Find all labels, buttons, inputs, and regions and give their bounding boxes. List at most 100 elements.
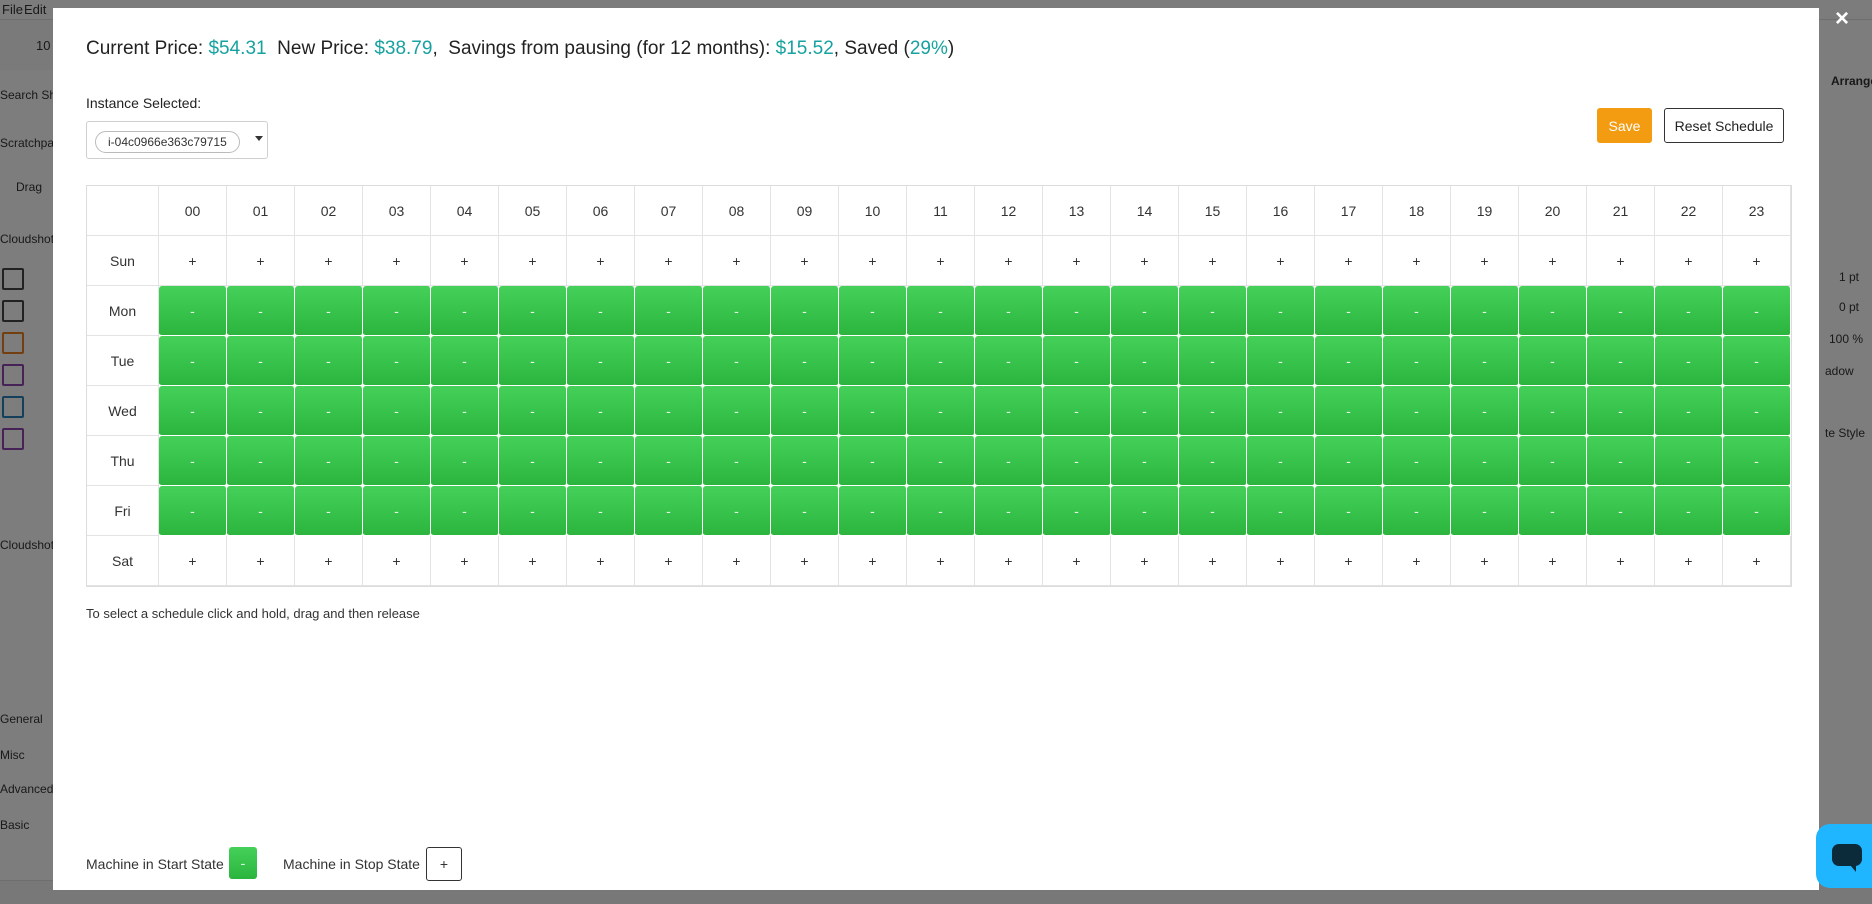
schedule-cell-stop[interactable]: + [227, 536, 295, 586]
chevron-down-icon[interactable] [255, 136, 263, 141]
schedule-cell-start[interactable]: - [1043, 486, 1111, 536]
schedule-cell-start[interactable]: - [771, 286, 839, 336]
schedule-cell-start[interactable]: - [1111, 486, 1179, 536]
day-label[interactable]: Thu [87, 436, 159, 486]
schedule-cell-stop[interactable]: + [1247, 236, 1315, 286]
schedule-cell-start[interactable]: - [1247, 436, 1315, 486]
schedule-cell-stop[interactable]: + [1315, 536, 1383, 586]
schedule-cell-start[interactable]: - [295, 286, 363, 336]
schedule-cell-stop[interactable]: + [431, 236, 499, 286]
schedule-cell-start[interactable]: - [227, 386, 295, 436]
hour-header[interactable]: 20 [1519, 186, 1587, 236]
hour-header[interactable]: 12 [975, 186, 1043, 236]
schedule-cell-start[interactable]: - [431, 486, 499, 536]
schedule-cell-start[interactable]: - [1655, 486, 1723, 536]
schedule-cell-start[interactable]: - [1315, 386, 1383, 436]
day-label[interactable]: Tue [87, 336, 159, 386]
schedule-cell-stop[interactable]: + [1179, 236, 1247, 286]
schedule-cell-start[interactable]: - [839, 336, 907, 386]
schedule-cell-start[interactable]: - [1519, 436, 1587, 486]
schedule-cell-stop[interactable]: + [1383, 536, 1451, 586]
day-label[interactable]: Mon [87, 286, 159, 336]
schedule-cell-start[interactable]: - [635, 286, 703, 336]
schedule-cell-start[interactable]: - [771, 386, 839, 436]
schedule-cell-stop[interactable]: + [1451, 236, 1519, 286]
schedule-cell-start[interactable]: - [1111, 436, 1179, 486]
hour-header[interactable]: 08 [703, 186, 771, 236]
schedule-cell-start[interactable]: - [975, 336, 1043, 386]
hour-header[interactable]: 14 [1111, 186, 1179, 236]
schedule-cell-stop[interactable]: + [635, 536, 703, 586]
schedule-cell-start[interactable]: - [295, 486, 363, 536]
schedule-cell-start[interactable]: - [1383, 386, 1451, 436]
schedule-cell-stop[interactable]: + [907, 536, 975, 586]
schedule-cell-stop[interactable]: + [1179, 536, 1247, 586]
schedule-cell-start[interactable]: - [295, 336, 363, 386]
instance-chip[interactable]: i-04c0966e363c79715 [95, 131, 240, 153]
schedule-cell-start[interactable]: - [159, 336, 227, 386]
schedule-cell-start[interactable]: - [1247, 386, 1315, 436]
schedule-cell-start[interactable]: - [975, 486, 1043, 536]
schedule-cell-start[interactable]: - [227, 436, 295, 486]
schedule-cell-start[interactable]: - [1315, 336, 1383, 386]
schedule-cell-start[interactable]: - [1723, 336, 1791, 386]
schedule-cell-start[interactable]: - [839, 386, 907, 436]
reset-schedule-button[interactable]: Reset Schedule [1664, 108, 1784, 143]
hour-header[interactable]: 18 [1383, 186, 1451, 236]
schedule-cell-stop[interactable]: + [295, 236, 363, 286]
schedule-cell-start[interactable]: - [1451, 486, 1519, 536]
schedule-cell-start[interactable]: - [227, 286, 295, 336]
schedule-cell-start[interactable]: - [1723, 286, 1791, 336]
schedule-cell-stop[interactable]: + [295, 536, 363, 586]
schedule-cell-start[interactable]: - [363, 336, 431, 386]
schedule-cell-start[interactable]: - [1723, 386, 1791, 436]
schedule-cell-start[interactable]: - [1179, 336, 1247, 386]
schedule-cell-start[interactable]: - [1655, 286, 1723, 336]
chat-widget-button[interactable] [1816, 824, 1872, 888]
hour-header[interactable]: 21 [1587, 186, 1655, 236]
schedule-cell-start[interactable]: - [1383, 436, 1451, 486]
schedule-cell-stop[interactable]: + [839, 536, 907, 586]
schedule-cell-start[interactable]: - [1111, 386, 1179, 436]
schedule-cell-stop[interactable]: + [975, 536, 1043, 586]
hour-header[interactable]: 10 [839, 186, 907, 236]
day-label[interactable]: Wed [87, 386, 159, 436]
schedule-cell-start[interactable]: - [431, 336, 499, 386]
hour-header[interactable]: 23 [1723, 186, 1791, 236]
schedule-cell-start[interactable]: - [1247, 486, 1315, 536]
schedule-cell-start[interactable]: - [975, 386, 1043, 436]
schedule-cell-start[interactable]: - [499, 286, 567, 336]
schedule-cell-stop[interactable]: + [363, 536, 431, 586]
schedule-cell-start[interactable]: - [567, 286, 635, 336]
schedule-cell-start[interactable]: - [839, 286, 907, 336]
schedule-cell-start[interactable]: - [363, 286, 431, 336]
schedule-cell-start[interactable]: - [1655, 436, 1723, 486]
schedule-cell-start[interactable]: - [159, 486, 227, 536]
schedule-cell-stop[interactable]: + [771, 536, 839, 586]
schedule-cell-start[interactable]: - [907, 336, 975, 386]
schedule-cell-start[interactable]: - [499, 386, 567, 436]
schedule-cell-start[interactable]: - [431, 436, 499, 486]
schedule-cell-start[interactable]: - [1519, 336, 1587, 386]
schedule-cell-start[interactable]: - [1043, 336, 1111, 386]
schedule-cell-start[interactable]: - [1383, 286, 1451, 336]
schedule-cell-start[interactable]: - [159, 436, 227, 486]
schedule-cell-start[interactable]: - [363, 436, 431, 486]
hour-header[interactable]: 15 [1179, 186, 1247, 236]
schedule-cell-start[interactable]: - [1587, 386, 1655, 436]
schedule-cell-stop[interactable]: + [1383, 236, 1451, 286]
schedule-cell-start[interactable]: - [1179, 436, 1247, 486]
schedule-cell-stop[interactable]: + [1043, 536, 1111, 586]
schedule-cell-start[interactable]: - [1451, 436, 1519, 486]
schedule-cell-start[interactable]: - [839, 486, 907, 536]
schedule-cell-start[interactable]: - [907, 386, 975, 436]
schedule-cell-start[interactable]: - [1655, 386, 1723, 436]
schedule-cell-stop[interactable]: + [227, 236, 295, 286]
schedule-cell-start[interactable]: - [1587, 286, 1655, 336]
hour-header[interactable]: 13 [1043, 186, 1111, 236]
save-button[interactable]: Save [1597, 108, 1652, 143]
schedule-cell-start[interactable]: - [295, 436, 363, 486]
schedule-cell-start[interactable]: - [1655, 336, 1723, 386]
schedule-cell-stop[interactable]: + [1519, 236, 1587, 286]
schedule-cell-stop[interactable]: + [1587, 536, 1655, 586]
